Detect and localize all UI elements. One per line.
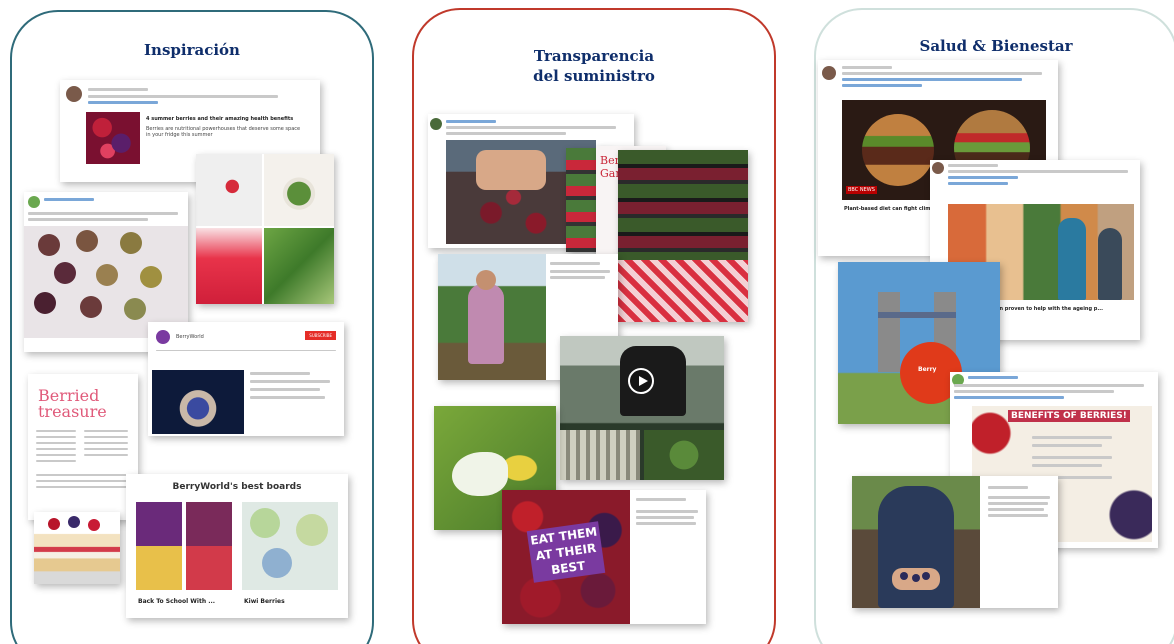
board-2[interactable]	[242, 502, 338, 590]
eat-them-poster-card: EAT THEM AT THEIR BEST	[502, 490, 706, 624]
news-badge: BBC NEWS	[846, 186, 877, 194]
news-headline: Plant-based diet can fight clim	[844, 206, 931, 212]
subscribe-button[interactable]: SUBSCRIBE	[305, 331, 336, 340]
benefits-title: BENEFITS OF BERRIES!	[1008, 410, 1130, 422]
tweet-body: Berries are nutritional powerhouses that…	[146, 126, 301, 138]
supermarket-shelves	[618, 150, 748, 322]
berry-sign: Berry	[918, 366, 937, 373]
polytunnel-video[interactable]	[560, 336, 724, 480]
cake-image	[34, 512, 120, 584]
pinterest-boards[interactable]: BerryWorld's best boards Back To School …	[126, 474, 348, 618]
board-1[interactable]	[136, 502, 232, 590]
tweet-headline: 4 summer berries and their amazing healt…	[146, 116, 294, 122]
avatar	[66, 86, 82, 102]
poster-text: EAT THEM AT THEIR BEST	[526, 521, 606, 583]
blueberries-card	[852, 476, 1058, 608]
play-button[interactable]	[628, 368, 654, 394]
video-thumbnail[interactable]	[152, 370, 244, 434]
panel-title: Transparencia del suministro	[533, 47, 655, 85]
channel-name: BerryWorld	[176, 334, 204, 340]
boards-title: BerryWorld's best boards	[172, 482, 302, 492]
eat-them-poster: EAT THEM AT THEIR BEST	[502, 490, 630, 624]
board-1-label: Back To School With ...	[138, 598, 216, 605]
berries-image	[86, 112, 140, 164]
board-2-label: Kiwi Berries	[244, 598, 285, 605]
panel-title: Inspiración	[144, 41, 240, 59]
youtube-card[interactable]: BerryWorld SUBSCRIBE	[148, 322, 344, 436]
magazine-title: Berried treasure	[38, 386, 107, 421]
panel-title: Salud & Bienestar	[919, 37, 1073, 55]
magazine-page: Berried treasure	[28, 374, 138, 520]
recipe-collage	[196, 154, 334, 304]
